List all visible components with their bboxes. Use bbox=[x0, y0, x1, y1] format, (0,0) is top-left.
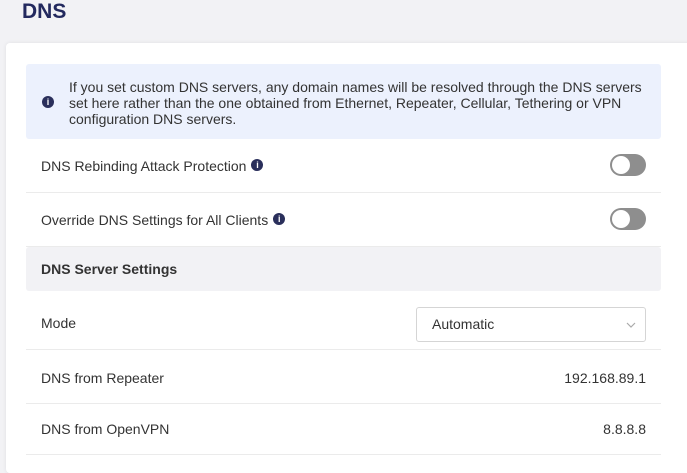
section-header-label: DNS Server Settings bbox=[41, 261, 178, 277]
dns-repeater-value: 192.168.89.1 bbox=[564, 370, 646, 386]
section-header: DNS Server Settings bbox=[26, 247, 661, 291]
override-dns-toggle[interactable] bbox=[610, 208, 646, 230]
rebinding-protection-row: DNS Rebinding Attack Protection i bbox=[26, 140, 661, 193]
toggle-knob bbox=[612, 156, 630, 174]
rebinding-protection-label: DNS Rebinding Attack Protection bbox=[41, 158, 247, 174]
page-title: DNS bbox=[22, 0, 67, 23]
dns-openvpn-value: 8.8.8.8 bbox=[603, 421, 646, 437]
mode-label: Mode bbox=[41, 315, 77, 331]
info-banner-text: If you set custom DNS servers, any domai… bbox=[69, 79, 642, 127]
mode-select-value: Automatic bbox=[432, 316, 495, 332]
mode-select[interactable]: Automatic bbox=[416, 307, 646, 342]
dns-repeater-label: DNS from Repeater bbox=[41, 370, 164, 386]
info-icon: i bbox=[42, 96, 54, 108]
override-dns-row: Override DNS Settings for All Clients i bbox=[26, 194, 661, 247]
mode-row: Mode Automatic bbox=[26, 297, 661, 350]
dns-repeater-row: DNS from Repeater 192.168.89.1 bbox=[26, 353, 661, 404]
info-icon[interactable]: i bbox=[273, 213, 286, 226]
dns-openvpn-label: DNS from OpenVPN bbox=[41, 421, 170, 437]
chevron-down-icon bbox=[626, 322, 636, 328]
dns-openvpn-row: DNS from OpenVPN 8.8.8.8 bbox=[26, 404, 661, 455]
toggle-knob bbox=[612, 210, 630, 228]
rebinding-protection-toggle[interactable] bbox=[610, 154, 646, 176]
info-banner: i If you set custom DNS servers, any dom… bbox=[26, 64, 661, 139]
info-icon[interactable]: i bbox=[251, 159, 264, 172]
override-dns-label: Override DNS Settings for All Clients bbox=[41, 212, 269, 228]
dns-settings-card: i If you set custom DNS servers, any dom… bbox=[6, 43, 687, 473]
